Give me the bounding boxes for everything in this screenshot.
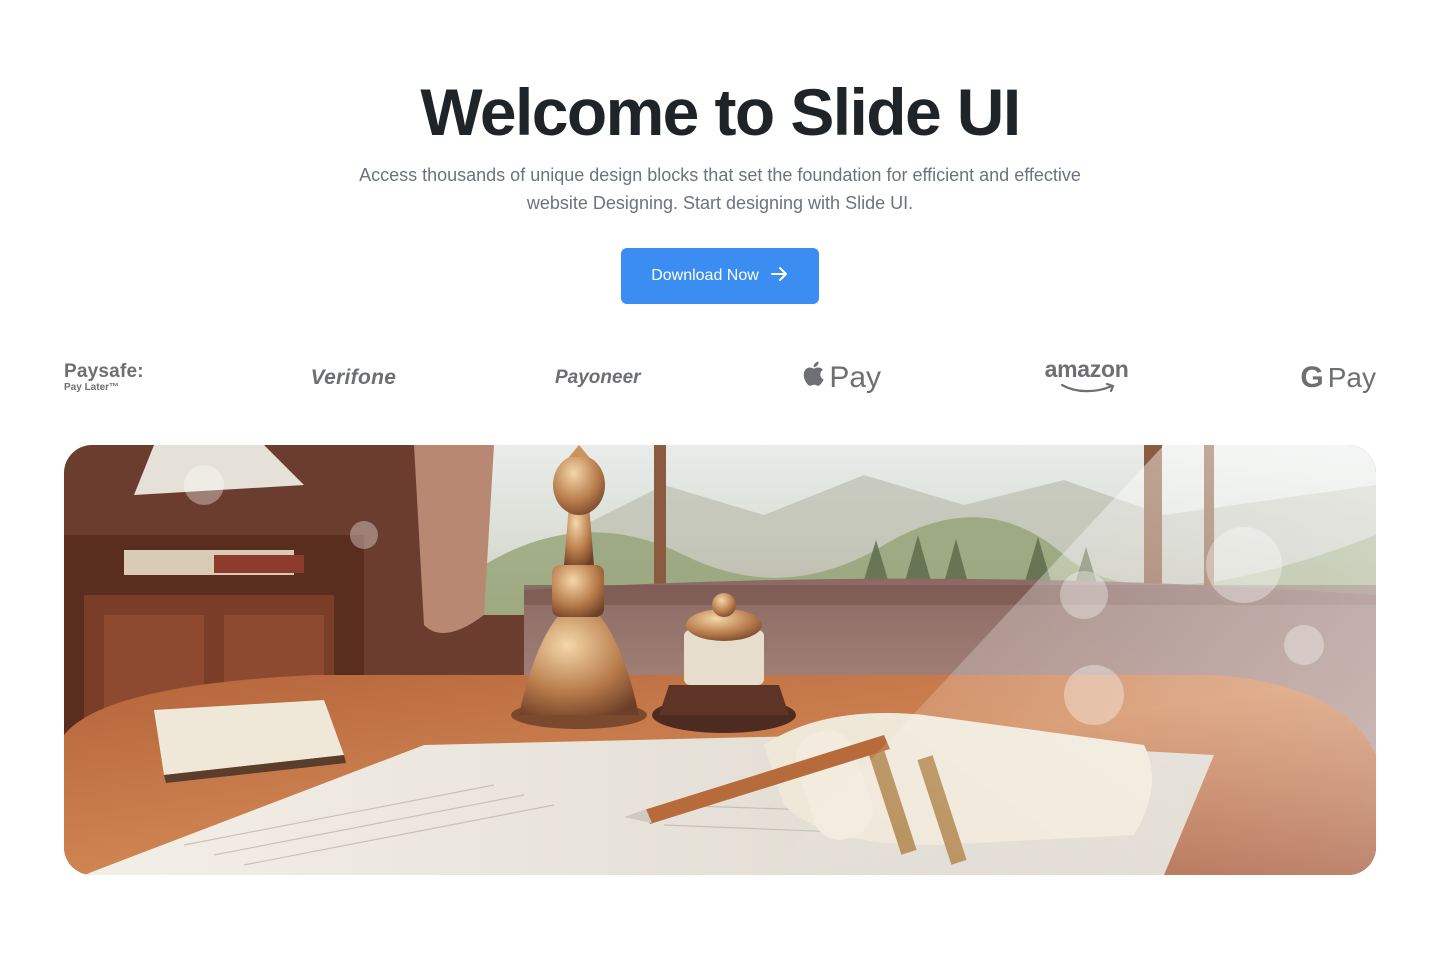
verifone-logo: Verifone <box>310 366 397 389</box>
page-title: Welcome to Slide UI <box>420 75 1021 149</box>
download-now-button[interactable]: Download Now <box>621 248 819 304</box>
paysafe-logo-subtext: Pay Later™ <box>64 382 120 393</box>
apple-pay-text: Pay <box>829 361 882 394</box>
google-g-icon: G <box>1300 361 1324 394</box>
amazon-smile-icon <box>1054 380 1120 398</box>
google-pay-logo: G Pay <box>1276 350 1376 406</box>
apple-pay-logo: Pay <box>787 350 897 406</box>
download-now-label: Download Now <box>651 267 759 284</box>
hero-image <box>64 445 1376 875</box>
payoneer-logo: Payoneer <box>555 367 641 388</box>
partner-logos: Paysafe: Pay Later™ Verifone Payoneer Pa… <box>64 350 1376 406</box>
amazon-logo: amazon <box>1032 350 1142 406</box>
study-desk-illustration <box>64 445 1376 875</box>
apple-icon <box>803 361 825 395</box>
hero-subtitle: Access thousands of unique design blocks… <box>359 165 1081 213</box>
google-pay-text: Pay <box>1327 362 1376 393</box>
amazon-logo-text: amazon <box>1044 356 1129 382</box>
paysafe-logo: Paysafe: Pay Later™ <box>64 350 164 406</box>
paysafe-logo-text: Paysafe: <box>64 361 144 382</box>
arrow-right-icon <box>769 264 789 289</box>
